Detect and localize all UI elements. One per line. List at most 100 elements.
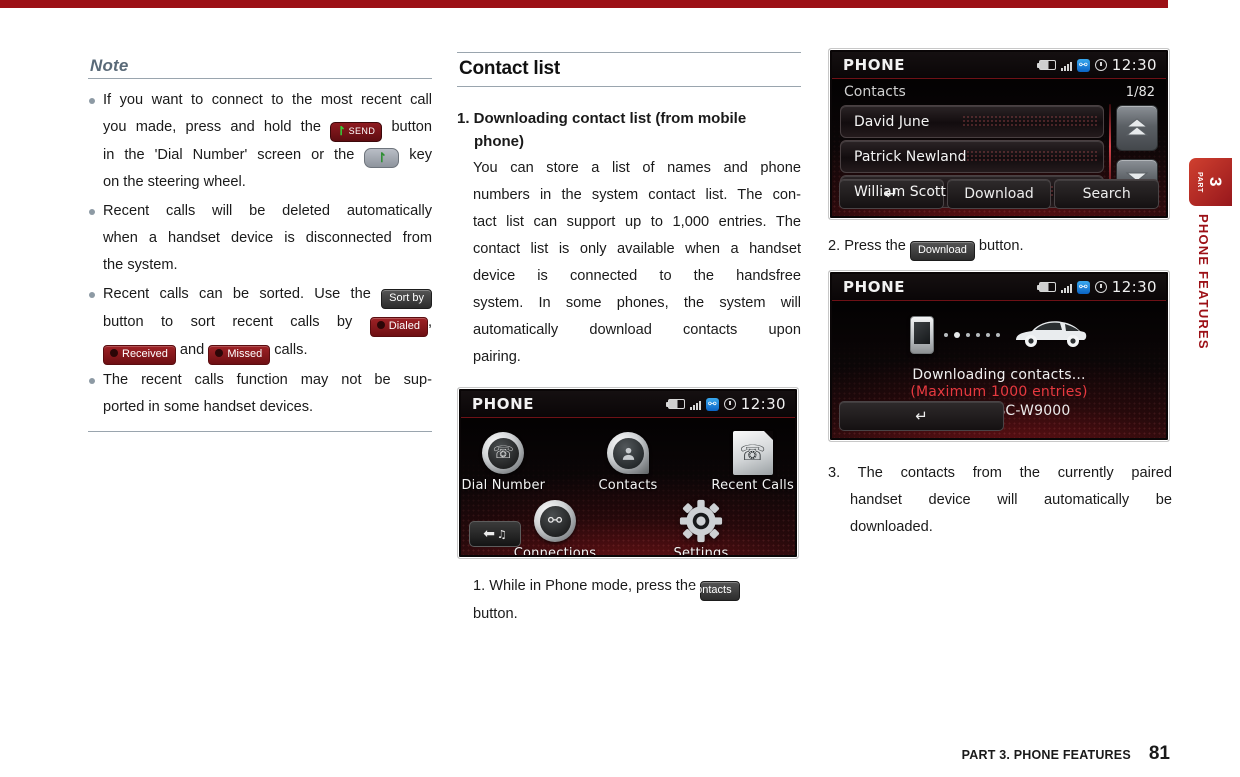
home-back-media-button[interactable]: ⬅ ♫ <box>469 521 521 547</box>
dialed-chip[interactable]: Dialed <box>369 317 428 337</box>
clock-icon <box>1094 281 1107 293</box>
step1-body-line-4: contact list is only available when a ha… <box>473 241 801 257</box>
bluetooth-icon: ⚯ <box>1076 280 1090 294</box>
note-b3-line3: Received and Missed calls. <box>103 337 432 365</box>
step1-caption-b: button. <box>473 606 518 622</box>
tile-connections-label: Connections <box>513 546 597 555</box>
downloading-status-icons: ⚯ 12:30 <box>1036 278 1157 296</box>
step3-caption-line-1: 3. The contacts from the currently paire… <box>828 465 1172 481</box>
downloading-illustration <box>832 304 1166 366</box>
tile-contacts[interactable]: Contacts <box>586 429 671 493</box>
received-chip-label: Received <box>122 348 168 360</box>
note-b1-line4: on the steering wheel. <box>103 174 246 190</box>
back-arrow-icon: ↵ <box>915 407 928 425</box>
step1-heading: 1. Downloading contact list (from mobile… <box>457 107 801 153</box>
send-button-chip[interactable]: ↾ SEND <box>330 122 383 142</box>
step1-body: You can store a list of names and phone … <box>473 155 801 371</box>
sort-by-chip[interactable]: Sort by <box>381 289 432 309</box>
gear-icon <box>650 497 752 545</box>
step1-body-line-1: You can store a list of names and phone <box>473 160 801 176</box>
home-status-icons: ⚯ 12:30 <box>665 395 786 413</box>
step1-body-line-2: numbers in the system contact list. The … <box>473 187 801 203</box>
step1-body-line-6: system. In some phones, the system will <box>473 295 801 311</box>
note-bullet-3: Recent calls can be sorted. Use the Sort… <box>88 281 432 365</box>
step3-caption-line-2: handset device will automatically be <box>850 492 1172 508</box>
call-log-icon: ☏ <box>710 429 795 477</box>
right-column: PHONE ⚯ 12:30 Contacts 1/82 David June P… <box>828 48 1172 541</box>
step1-body-line-8: pairing. <box>473 349 521 365</box>
note-b1-line1: If you want to connect to the most recen… <box>103 92 432 108</box>
contacts-status-time: 12:30 <box>1111 56 1157 74</box>
contacts-download-label: Download <box>964 186 1034 202</box>
tile-dial-number[interactable]: ☏ Dial Number <box>461 429 546 493</box>
contacts-list-screenshot: PHONE ⚯ 12:30 Contacts 1/82 David June P… <box>828 48 1170 220</box>
step1-body-line-3: tact list can support up to 1,000 entrie… <box>473 214 801 230</box>
contact-row[interactable]: Patrick Newland <box>840 140 1104 173</box>
music-note-icon: ♫ <box>496 527 507 541</box>
contacts-status-bar: PHONE ⚯ 12:30 <box>832 52 1166 79</box>
step1-caption: 1. While in Phone mode, press the Contac… <box>473 573 801 628</box>
contacts-counter: 1/82 <box>1125 84 1155 100</box>
note-column: Note If you want to connect to the most … <box>88 56 432 432</box>
missed-dot-icon <box>215 349 224 357</box>
note-b2-line3: the system. <box>103 257 178 273</box>
home-status-bar: PHONE ⚯ 12:30 <box>461 391 795 418</box>
home-status-title: PHONE <box>472 395 535 413</box>
note-b2-line1: Recent calls will be deleted automatical… <box>103 203 432 219</box>
note-bullet-4: The recent calls function may not be sup… <box>88 367 432 421</box>
note-b3-line2a: button to sort recent calls by <box>103 314 353 330</box>
scroll-up-icon[interactable] <box>1116 105 1158 151</box>
step3-caption: 3. The contacts from the currently paire… <box>828 460 1172 541</box>
home-screen-canvas: PHONE ⚯ 12:30 ☏ Dial Number Contacts ☏ R… <box>461 391 795 555</box>
note-heading: Note <box>90 56 129 75</box>
phone-home-screenshot: PHONE ⚯ 12:30 ☏ Dial Number Contacts ☏ R… <box>457 387 799 559</box>
section-title-top-rule <box>457 52 801 53</box>
handset-hook-icon: ↾ <box>336 124 347 138</box>
downloading-screenshot: PHONE ⚯ 12:30 Downloading contacts... (M… <box>828 270 1170 442</box>
home-tile-row-1: ☏ Dial Number Contacts ☏ Recent Calls <box>461 429 795 493</box>
contacts-subheader: Contacts 1/82 <box>832 80 1166 104</box>
step2-caption-b: button. <box>978 238 1024 254</box>
send-chip-label: SEND <box>348 126 376 136</box>
note-b1-line2a: you made, press and hold the <box>103 119 321 135</box>
step1-heading-line1: 1. Downloading contact list (from mobile <box>457 110 747 127</box>
tile-recent-calls[interactable]: ☏ Recent Calls <box>710 429 795 493</box>
note-b2-line2: when a handset device is disconnected fr… <box>103 230 432 246</box>
contact-row[interactable]: David June <box>840 105 1104 138</box>
received-chip[interactable]: Received <box>103 345 176 365</box>
contacts-download-button[interactable]: Download <box>946 179 1052 209</box>
downloading-back-button[interactable]: ↵ <box>839 401 1004 431</box>
tile-recent-calls-label: Recent Calls <box>711 478 794 493</box>
contacts-screen-canvas: PHONE ⚯ 12:30 Contacts 1/82 David June P… <box>832 52 1166 216</box>
back-arrow-icon: ⬅ <box>483 526 495 542</box>
page-footer: PART 3. PHONE FEATURES 81 <box>0 743 1240 765</box>
downloading-status-time: 12:30 <box>1111 278 1157 296</box>
clock-icon <box>1094 59 1107 71</box>
note-b3-line2: button to sort recent calls by Dialed, <box>103 309 432 337</box>
note-b3-line1a: Recent calls can be sorted. Use the <box>103 286 371 302</box>
note-bullet-2: Recent calls will be deleted automatical… <box>88 198 432 279</box>
section-title: Contact list <box>459 58 561 79</box>
tile-settings[interactable]: Settings <box>650 497 752 555</box>
contact-row-label: William Scott <box>854 183 946 200</box>
step1-caption-a: 1. While in Phone mode, press the <box>473 578 697 594</box>
download-button-chip[interactable]: Download <box>909 241 975 261</box>
contact-person-icon <box>586 429 671 477</box>
contacts-status-icons: ⚯ 12:30 <box>1036 56 1157 74</box>
note-b1-line2: you made, press and hold the ↾ SEND butto… <box>103 114 432 142</box>
contacts-search-button[interactable]: Search <box>1054 179 1160 209</box>
part-tab: PART 3 <box>1189 158 1232 206</box>
steering-wheel-call-key-chip[interactable]: ↾ <box>364 148 400 168</box>
step1-body-line-5: device is connected to the handsfree <box>473 268 801 284</box>
sort-by-chip-label: Sort by <box>389 292 424 304</box>
note-b4-line2: ported in some handset devices. <box>103 399 314 415</box>
step2-caption: 2. Press the Download button. <box>828 233 1172 261</box>
contacts-button-chip[interactable]: Contacts <box>688 581 740 601</box>
battery-icon <box>665 399 685 409</box>
missed-chip[interactable]: Missed <box>208 345 271 365</box>
tile-settings-label: Settings <box>673 546 729 555</box>
note-heading-rule <box>88 78 432 79</box>
contact-list-column: Contact list 1. Downloading contact list… <box>457 52 801 628</box>
tile-dial-number-label: Dial Number <box>461 478 546 493</box>
side-section-label: PHONE FEATURES <box>1196 214 1211 350</box>
